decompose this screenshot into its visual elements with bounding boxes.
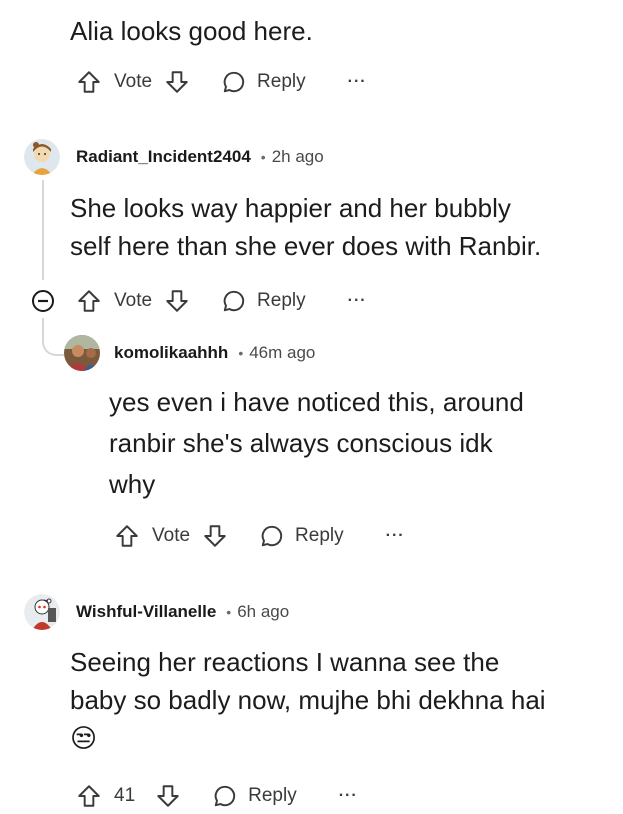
reply-bubble-icon[interactable]: [259, 523, 285, 549]
comment-actions: Vote Reply ···: [76, 283, 367, 319]
comment-header: Wishful-Villanelle • 6h ago: [24, 594, 290, 630]
downvote-icon[interactable]: [202, 523, 228, 549]
comment-actions: Vote Reply ···: [114, 518, 405, 554]
comment-actions: 41 Reply ···: [76, 778, 358, 814]
avatar[interactable]: [24, 139, 60, 175]
thread-line[interactable]: [42, 180, 44, 280]
timestamp: 46m ago: [249, 343, 316, 362]
comment-header: komolikaahhh • 46m ago: [64, 335, 316, 371]
reply-button[interactable]: Reply: [248, 785, 297, 807]
separator-dot: •: [238, 345, 244, 361]
username[interactable]: Radiant_Incident2404: [76, 147, 251, 167]
separator-dot: •: [260, 149, 266, 165]
reply-connector: [42, 318, 64, 356]
more-options-icon[interactable]: ···: [348, 73, 367, 91]
avatar[interactable]: [64, 335, 100, 371]
timestamp: 2h ago: [271, 147, 324, 166]
comment-text-line: ranbir she's always conscious idk: [109, 428, 493, 458]
comment-text-line: yes even i have noticed this, around: [109, 387, 524, 417]
vote-count: 41: [114, 785, 136, 806]
comment-text-line: self here than she ever does with Ranbir…: [70, 231, 542, 261]
reply-button[interactable]: Reply: [257, 71, 306, 93]
comment-body: yes even i have noticed this, around ran…: [109, 382, 524, 505]
upvote-icon[interactable]: [76, 288, 102, 314]
downvote-icon[interactable]: [155, 783, 181, 809]
username[interactable]: Wishful-Villanelle: [76, 602, 216, 622]
upvote-icon[interactable]: [114, 523, 140, 549]
downvote-icon[interactable]: [164, 69, 190, 95]
reply-bubble-icon[interactable]: [212, 783, 238, 809]
comment-text-line: She looks way happier and her bubbly: [70, 193, 511, 223]
comment-text: Alia looks good here.: [70, 16, 313, 46]
upvote-icon[interactable]: [76, 783, 102, 809]
upvote-icon[interactable]: [76, 69, 102, 95]
collapse-thread-icon[interactable]: [31, 289, 55, 313]
separator-dot: •: [226, 604, 232, 620]
vote-label: Vote: [114, 71, 153, 92]
comment-body: Alia looks good here.: [70, 12, 313, 50]
comment-text-line: baby so badly now, mujhe bhi dekhna hai: [70, 685, 546, 715]
reply-button[interactable]: Reply: [257, 290, 306, 312]
comment-body: Seeing her reactions I wanna see the bab…: [70, 643, 546, 757]
username[interactable]: komolikaahhh: [114, 343, 228, 363]
reply-bubble-icon[interactable]: [221, 69, 247, 95]
vote-label: Vote: [114, 290, 153, 311]
more-options-icon[interactable]: ···: [339, 787, 358, 805]
downvote-icon[interactable]: [164, 288, 190, 314]
comment-header: Radiant_Incident2404 • 2h ago: [24, 139, 324, 175]
comment-text-line: why: [109, 469, 156, 499]
comment-body: She looks way happier and her bubbly sel…: [70, 189, 541, 265]
more-options-icon[interactable]: ···: [386, 527, 405, 545]
comment-actions: Vote Reply ···: [76, 64, 367, 100]
comment-text-line: Seeing her reactions I wanna see the: [70, 647, 500, 677]
timestamp: 6h ago: [237, 602, 290, 621]
reply-bubble-icon[interactable]: [221, 288, 247, 314]
reply-button[interactable]: Reply: [295, 525, 344, 547]
emoji: 😒: [70, 723, 98, 753]
more-options-icon[interactable]: ···: [348, 292, 367, 310]
avatar[interactable]: [24, 594, 60, 630]
vote-label: Vote: [152, 525, 191, 546]
